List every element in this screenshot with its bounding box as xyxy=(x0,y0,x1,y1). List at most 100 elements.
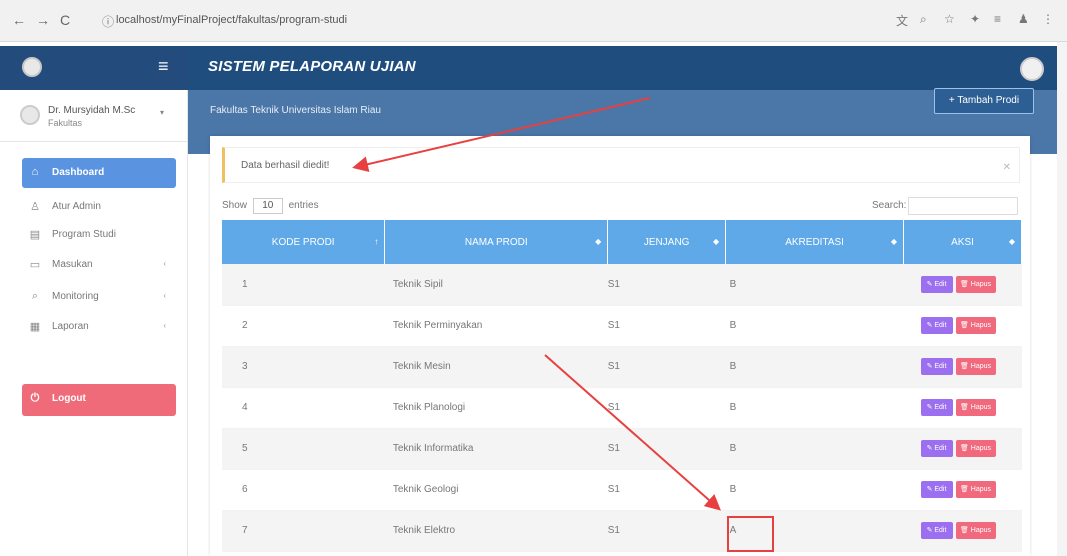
column-header-akreditasi[interactable]: AKREDITASI ◆ xyxy=(725,220,905,264)
logout-button[interactable]: ⏻ Logout xyxy=(22,384,176,416)
profile-icon[interactable]: ♟ xyxy=(1018,12,1029,26)
edit-button[interactable]: ✎ Edit xyxy=(920,317,953,334)
cell-akreditasi: B xyxy=(725,346,904,388)
table-row: 6 Teknik Geologi S1 B ✎ Edit 🗑 Hapus xyxy=(222,469,1022,511)
star-icon[interactable]: ☆ xyxy=(944,12,955,26)
url-text: localhost/myFinalProject/fakultas/progra… xyxy=(116,14,348,26)
edit-button[interactable]: ✎ Edit xyxy=(920,399,953,416)
table-row: 2 Teknik Perminyakan S1 B ✎ Edit 🗑 Hapus xyxy=(222,305,1022,347)
delete-button[interactable]: 🗑 Hapus xyxy=(955,481,996,498)
translate-icon[interactable]: 文 xyxy=(896,12,908,29)
cell-aksi: ✎ Edit 🗑 Hapus xyxy=(903,469,1022,511)
cell-nama: Teknik Sipil xyxy=(384,264,608,306)
sidebar-item-atur-admin[interactable]: ♙ Atur Admin xyxy=(22,192,176,222)
inbox-icon: ▭ xyxy=(29,259,41,271)
cell-nama: Teknik Planologi xyxy=(384,387,608,429)
user-icon: ♙ xyxy=(30,201,40,213)
delete-button[interactable]: 🗑 Hapus xyxy=(955,358,996,375)
column-header-jenjang[interactable]: JENJANG ◆ xyxy=(607,220,727,264)
table-row: 7 Teknik Elektro S1 A ✎ Edit 🗑 Hapus xyxy=(222,510,1022,552)
browser-toolbar: ← → C ⓘ localhost/myFinalProject/fakulta… xyxy=(0,0,1067,42)
sidebar-item-program-studi[interactable]: ▤ Program Studi xyxy=(22,220,176,250)
cell-nama: Teknik Mesin xyxy=(384,346,608,388)
cell-aksi: ✎ Edit 🗑 Hapus xyxy=(903,346,1022,388)
cell-kode: 7 xyxy=(222,510,385,552)
add-prodi-button[interactable]: + Tambah Prodi xyxy=(934,88,1034,114)
delete-button[interactable]: 🗑 Hapus xyxy=(955,440,996,457)
university-logo xyxy=(22,57,42,77)
user-panel[interactable]: Dr. Mursyidah M.Sc Fakultas ▾ xyxy=(0,90,188,142)
delete-button[interactable]: 🗑 Hapus xyxy=(955,399,996,416)
search-icon: ⌕ xyxy=(31,290,39,302)
home-icon: ⌂ xyxy=(31,166,39,178)
playlist-icon[interactable]: ≡ xyxy=(994,12,1001,26)
sort-asc-icon: ↑ xyxy=(374,237,379,246)
edit-button[interactable]: ✎ Edit xyxy=(920,358,953,375)
sidebar-item-dashboard[interactable]: ⌂ Dashboard xyxy=(22,158,176,188)
sidebar-item-label: Dashboard xyxy=(52,167,105,178)
sidebar-item-laporan[interactable]: ▦ Laporan ‹ xyxy=(22,312,176,342)
sort-icon: ◆ xyxy=(1008,237,1015,246)
sidebar-item-label: Program Studi xyxy=(52,229,116,240)
arrow-right-icon[interactable]: → xyxy=(36,12,50,28)
chevron-left-icon: ‹ xyxy=(163,291,166,300)
chevron-left-icon: ‹ xyxy=(163,321,166,330)
arrow-left-icon[interactable]: ← xyxy=(12,12,26,28)
book-icon: ▤ xyxy=(29,229,41,241)
cell-akreditasi: B xyxy=(725,305,904,347)
cell-jenjang: S1 xyxy=(607,428,726,470)
chevron-left-icon: ‹ xyxy=(163,259,166,268)
sort-icon: ◆ xyxy=(595,237,602,246)
delete-button[interactable]: 🗑 Hapus xyxy=(955,317,996,334)
top-avatar[interactable] xyxy=(1020,57,1044,81)
cell-kode: 3 xyxy=(222,346,385,388)
table-body: 1 Teknik Sipil S1 B ✎ Edit 🗑 Hapus 2 Teknik Per… xyxy=(222,264,1022,552)
column-header-nama[interactable]: NAMA PRODI ◆ xyxy=(384,220,609,264)
edit-button[interactable]: ✎ Edit xyxy=(920,440,953,457)
user-name: Dr. Mursyidah M.Sc xyxy=(48,105,136,116)
delete-button[interactable]: 🗑 Hapus xyxy=(955,522,996,539)
sidebar-item-label: Atur Admin xyxy=(52,201,101,212)
cell-kode: 5 xyxy=(222,428,385,470)
prodi-table: KODE PRODI ↑ NAMA PRODI ◆ JENJANG ◆ AKREDIT… xyxy=(222,220,1022,552)
cell-akreditasi: B xyxy=(725,264,904,306)
cell-aksi: ✎ Edit 🗑 Hapus xyxy=(903,305,1022,347)
cell-nama: Teknik Perminyakan xyxy=(384,305,608,347)
breadcrumb: Fakultas Teknik Universitas Islam Riau xyxy=(210,105,381,116)
app-title: SISTEM PELAPORAN UJIAN xyxy=(208,58,416,75)
show-entries: Show 10 entries xyxy=(222,198,319,214)
edit-button[interactable]: ✎ Edit xyxy=(920,481,953,498)
address-bar[interactable]: ⓘ localhost/myFinalProject/fakultas/prog… xyxy=(98,8,968,34)
cell-jenjang: S1 xyxy=(607,346,726,388)
scrollbar[interactable] xyxy=(1057,42,1067,556)
entries-select[interactable]: 10 xyxy=(252,198,283,214)
column-header-kode[interactable]: KODE PRODI ↑ xyxy=(222,220,386,264)
sidebar-item-masukan[interactable]: ▭ Masukan ‹ xyxy=(22,250,176,280)
cell-kode: 4 xyxy=(222,387,385,429)
close-icon[interactable]: ✕ xyxy=(1003,162,1011,173)
cell-akreditasi: B xyxy=(725,469,904,511)
cell-aksi: ✎ Edit 🗑 Hapus xyxy=(903,264,1022,306)
table-row: 3 Teknik Mesin S1 B ✎ Edit 🗑 Hapus xyxy=(222,346,1022,388)
edit-button[interactable]: ✎ Edit xyxy=(920,522,953,539)
search-input[interactable] xyxy=(908,197,1018,215)
chevron-down-icon[interactable]: ▾ xyxy=(160,108,164,117)
info-icon[interactable]: ⓘ xyxy=(102,13,114,30)
table-row: 1 Teknik Sipil S1 B ✎ Edit 🗑 Hapus xyxy=(222,264,1022,306)
hamburger-icon[interactable]: ≡ xyxy=(158,56,169,77)
cell-nama: Teknik Informatika xyxy=(384,428,608,470)
kebab-menu-icon[interactable]: ⋮ xyxy=(1042,12,1054,26)
cell-jenjang: S1 xyxy=(607,264,726,306)
sidebar-item-monitoring[interactable]: ⌕ Monitoring ‹ xyxy=(22,282,176,312)
column-header-aksi[interactable]: AKSI ◆ xyxy=(903,220,1022,264)
reload-icon[interactable]: C xyxy=(60,12,70,28)
table-icon: ▦ xyxy=(29,321,41,333)
annotation-highlight-box xyxy=(727,516,774,552)
cell-jenjang: S1 xyxy=(607,510,726,552)
edit-button[interactable]: ✎ Edit xyxy=(920,275,953,293)
zoom-icon[interactable]: ⌕ xyxy=(920,12,927,27)
cell-aksi: ✎ Edit 🗑 Hapus xyxy=(903,510,1022,552)
extension-icon[interactable]: ✦ xyxy=(970,12,980,26)
delete-button[interactable]: 🗑 Hapus xyxy=(955,275,996,293)
cell-kode: 1 xyxy=(222,264,385,306)
